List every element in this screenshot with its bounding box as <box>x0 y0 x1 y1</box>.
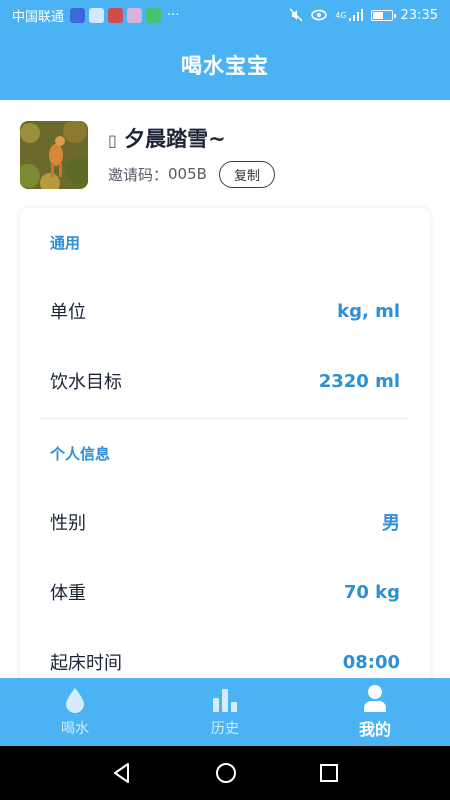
section-title-general: 通用 <box>50 234 81 252</box>
app-notification-icon <box>127 7 143 23</box>
profile-info: ▯ 夕晨踏雪~ 邀请码： 005B 复制 <box>108 123 275 188</box>
app-notification-icon <box>146 7 162 23</box>
setting-label: 性别 <box>50 513 86 534</box>
setting-row-water-goal[interactable]: 饮水目标 2320 ml <box>50 366 400 396</box>
back-icon[interactable] <box>111 762 133 784</box>
app-notification-icon <box>70 7 86 23</box>
tab-mine[interactable]: 我的 <box>300 678 450 746</box>
recents-icon[interactable] <box>319 763 339 783</box>
tab-drink[interactable]: 喝水 <box>0 678 150 746</box>
nickname-text: 夕晨踏雪~ <box>124 126 226 151</box>
bottom-tab-bar: 喝水 历史 我的 <box>0 678 450 746</box>
avatar[interactable] <box>20 121 88 189</box>
water-drop-icon <box>66 688 84 713</box>
person-icon <box>364 685 386 712</box>
settings-card: 通用 单位 kg, ml 饮水目标 2320 ml 个人信息 性别 男 体重 7… <box>20 208 430 688</box>
page-title: 喝水宝宝 <box>181 54 269 78</box>
setting-row-unit[interactable]: 单位 kg, ml <box>50 296 400 326</box>
setting-row-wake-time[interactable]: 起床时间 08:00 <box>50 647 400 677</box>
tab-label: 我的 <box>358 720 391 739</box>
nickname: ▯ 夕晨踏雪~ <box>108 123 275 153</box>
tab-label: 喝水 <box>61 721 89 737</box>
status-bar: 中国联通 ··· 4G 23:35 <box>0 0 450 30</box>
eye-icon <box>311 9 327 21</box>
bar-chart-icon <box>213 689 237 712</box>
setting-value: 70 kg <box>343 581 400 603</box>
network-type: 4G <box>335 10 347 20</box>
setting-value: kg, ml <box>337 300 400 322</box>
nickname-prefix-glyph: ▯ <box>108 130 117 150</box>
profile-header: ▯ 夕晨踏雪~ 邀请码： 005B 复制 <box>20 120 430 190</box>
copy-button[interactable]: 复制 <box>218 160 275 188</box>
setting-value: 08:00 <box>342 651 400 673</box>
setting-label: 起床时间 <box>50 653 122 674</box>
setting-value: 男 <box>382 513 400 534</box>
clock: 23:35 <box>400 7 438 23</box>
home-icon[interactable] <box>215 762 237 784</box>
app-header: 喝水宝宝 <box>0 30 450 100</box>
notification-icons <box>70 7 162 23</box>
mute-icon <box>289 8 303 22</box>
system-nav-bar <box>0 746 450 800</box>
tab-history[interactable]: 历史 <box>150 678 300 746</box>
invite-row: 邀请码： 005B 复制 <box>108 160 275 188</box>
tab-label: 历史 <box>211 721 239 737</box>
divider <box>40 418 410 419</box>
app-notification-icon <box>108 7 124 23</box>
invite-label: 邀请码： <box>108 165 169 184</box>
section-title-personal: 个人信息 <box>50 445 111 463</box>
setting-row-gender[interactable]: 性别 男 <box>50 507 400 537</box>
setting-label: 体重 <box>50 583 86 604</box>
more-notifications: ··· <box>167 7 180 23</box>
app-notification-icon <box>89 7 105 23</box>
signal-icon <box>348 9 363 21</box>
carrier-name: 中国联通 <box>12 9 65 25</box>
setting-value: 2320 ml <box>318 370 400 392</box>
invite-code: 005B <box>168 165 207 183</box>
setting-label: 单位 <box>50 302 86 323</box>
setting-row-weight[interactable]: 体重 70 kg <box>50 577 400 607</box>
setting-label: 饮水目标 <box>50 372 122 393</box>
battery-icon <box>370 9 396 21</box>
